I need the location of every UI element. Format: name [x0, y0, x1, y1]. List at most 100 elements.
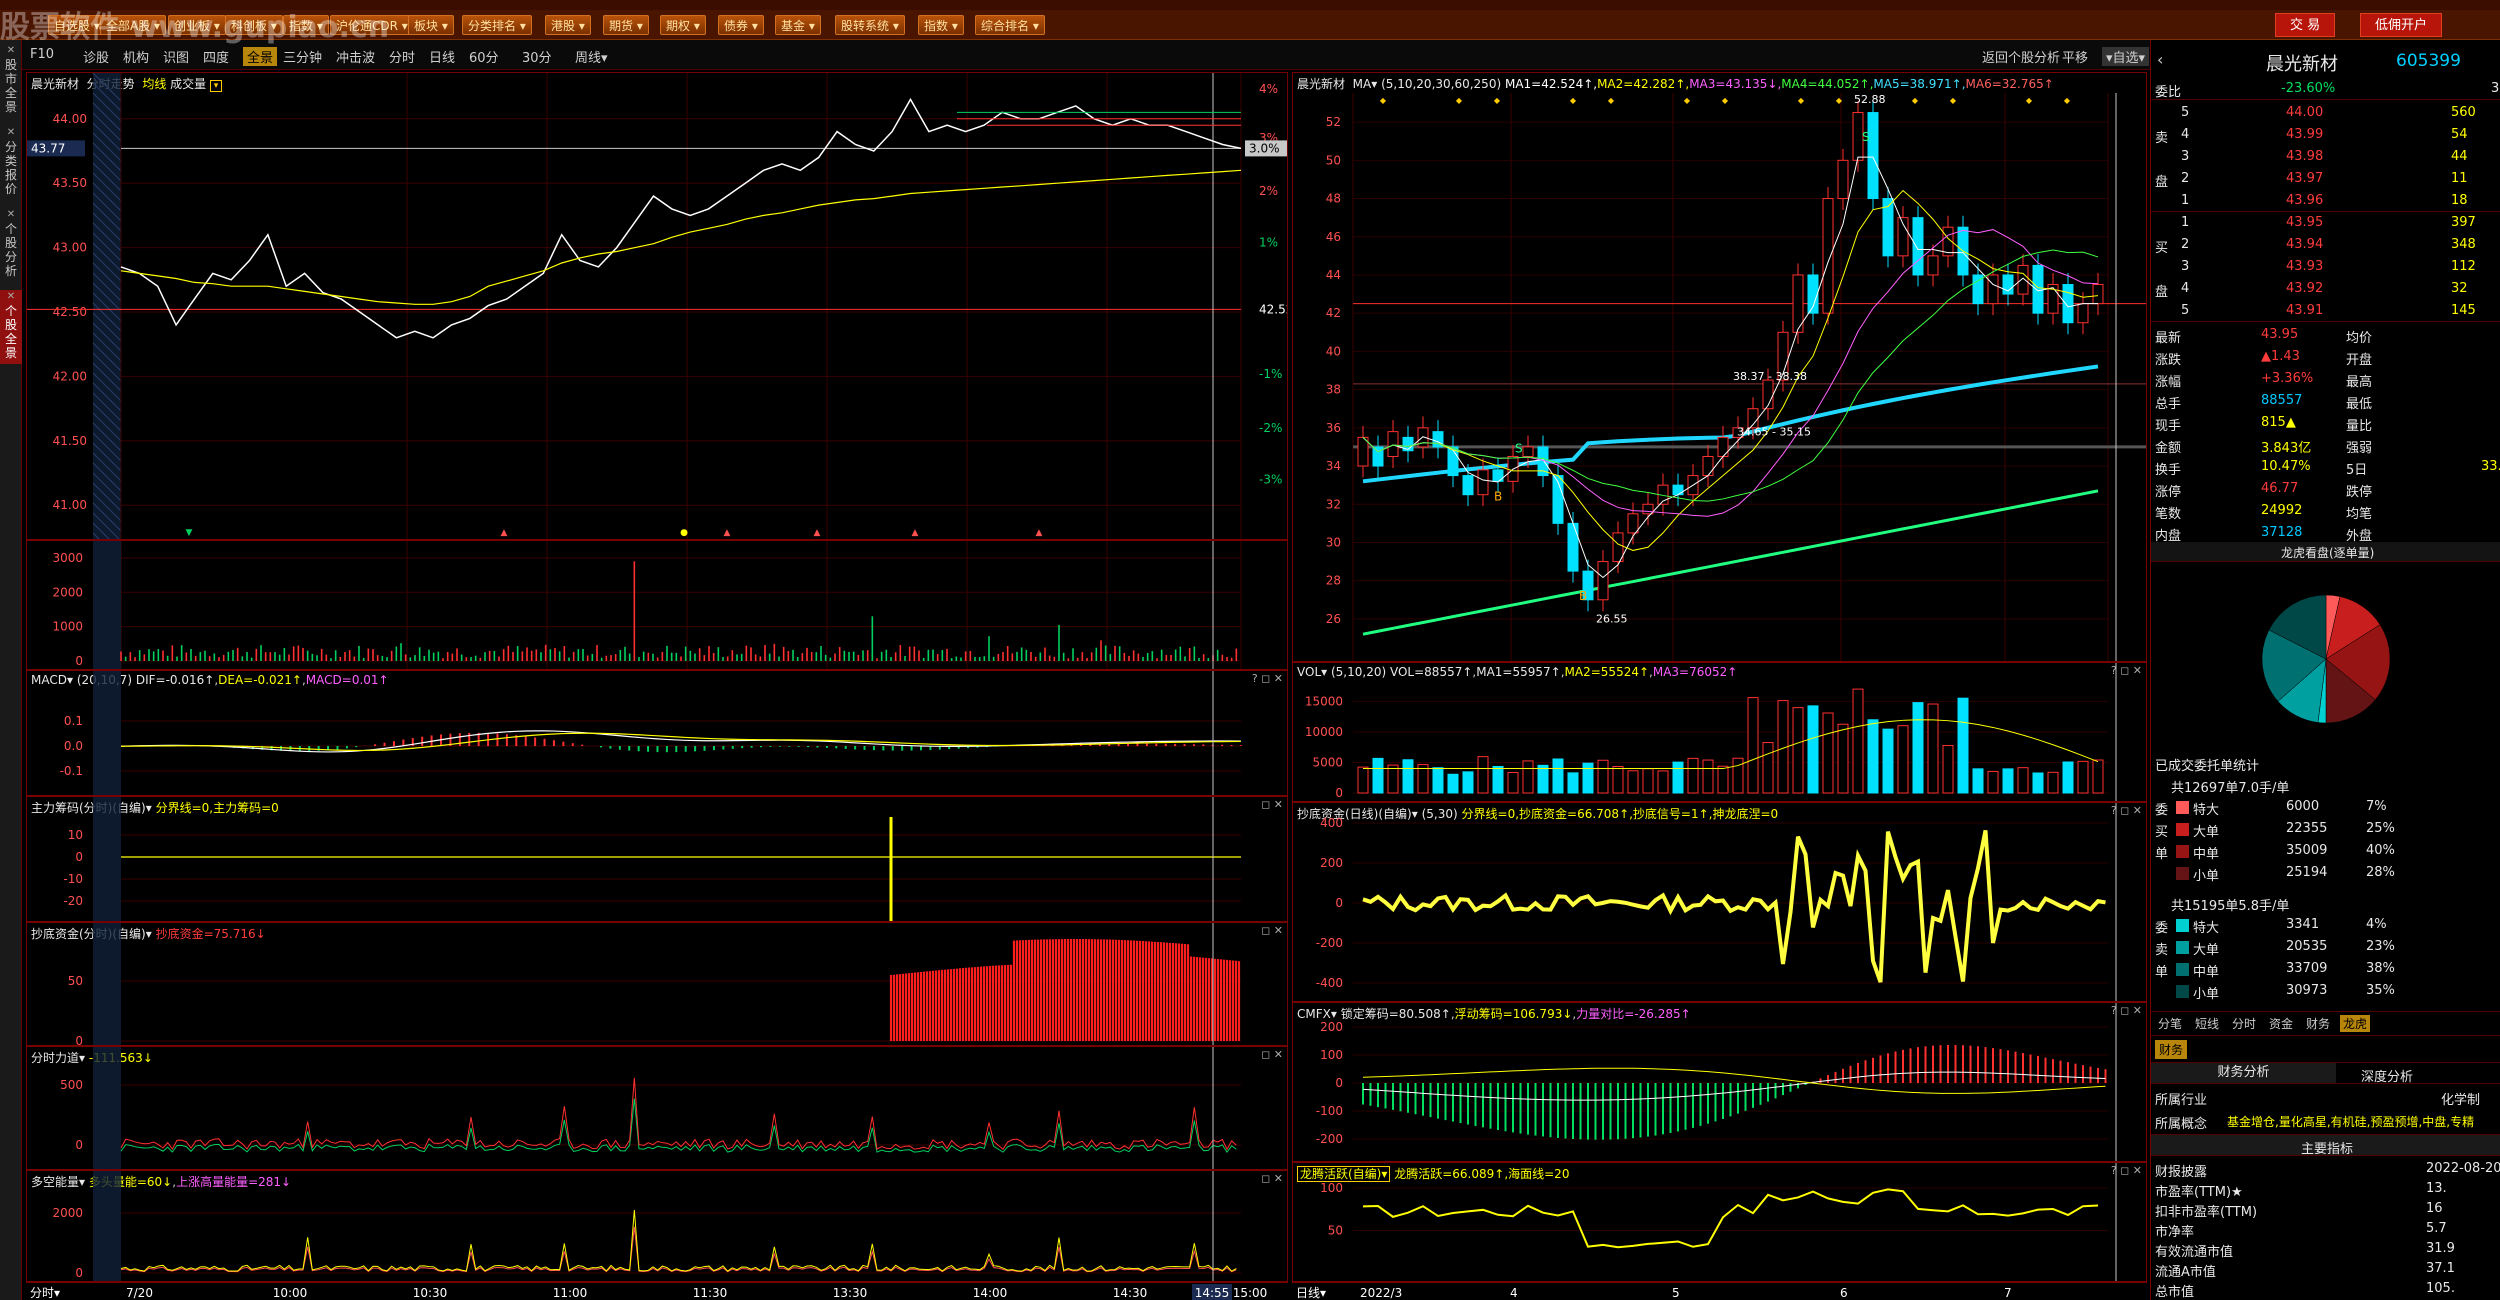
- quote-row: 内盘 37128 外盘: [2151, 522, 2500, 544]
- toolbar-item-9[interactable]: 日线: [429, 47, 455, 66]
- daily-volume-bar: [1522, 760, 1534, 794]
- menu-button-13[interactable]: 股转系统 ▾: [835, 15, 905, 35]
- stock-name: 晨光新材: [2266, 54, 2338, 75]
- quote-tab-1[interactable]: 短线: [2192, 1015, 2222, 1032]
- toolbar-item-3[interactable]: 识图: [163, 47, 189, 66]
- toolbar-item-7[interactable]: 冲击波: [336, 47, 375, 66]
- left-tab-0[interactable]: ✕ 股市全景: [0, 44, 22, 118]
- quote-value: ▲1.43: [2261, 349, 2300, 364]
- daily-volume-bar: [1387, 764, 1399, 794]
- color-swatch: [2176, 963, 2189, 976]
- time-label: 11:00: [553, 1286, 588, 1300]
- concept-row: 所属概念 基金增仓,量化高星,有机硅,预盈预增,中盘,专精: [2151, 1110, 2500, 1132]
- menu-button-7[interactable]: 分类排名 ▾: [462, 15, 532, 35]
- ask-price: 43.98: [2286, 149, 2324, 164]
- industry-value: 化学制: [2441, 1093, 2481, 1108]
- quote-label: 强弱: [2346, 441, 2373, 456]
- open-account-button[interactable]: 低佣开户: [2360, 13, 2443, 37]
- order-pct: 7%: [2366, 799, 2387, 814]
- daily-volume-bar: [2002, 768, 2014, 794]
- toolbar-item-11[interactable]: 30分: [522, 47, 552, 66]
- toolbar-right-0[interactable]: 返回个股分析: [1982, 47, 2060, 66]
- toolbar-item-10[interactable]: 60分: [469, 47, 499, 66]
- quote-label: 金额: [2155, 441, 2182, 456]
- fin-row: 财报披露 2022-08-20: [2151, 1158, 2500, 1180]
- menu-button-14[interactable]: 指数 ▾: [918, 15, 964, 35]
- toolbar-item-8[interactable]: 分时: [389, 47, 415, 66]
- order-volume: 6000: [2286, 799, 2320, 814]
- toolbar-item-5[interactable]: 全景: [243, 47, 278, 66]
- menu-button-6[interactable]: 板块 ▾: [408, 15, 454, 35]
- toolbar-item-1[interactable]: 诊股: [83, 47, 109, 66]
- left-tab-2[interactable]: ✕ 个股分析: [0, 208, 22, 282]
- cmfx-tick: -100: [1316, 1104, 1343, 1118]
- close-icon[interactable]: ✕: [0, 44, 22, 58]
- toolbar-right-2[interactable]: ▾自选▾: [2102, 47, 2150, 66]
- left-tab-char: 景: [4, 100, 17, 114]
- menu-button-10[interactable]: 期权 ▾: [660, 15, 706, 35]
- color-swatch: [2176, 941, 2189, 954]
- menu-button-12[interactable]: 基金 ▾: [775, 15, 821, 35]
- menu-button-11[interactable]: 债券 ▾: [718, 15, 764, 35]
- date-label: 6: [1840, 1286, 1848, 1300]
- trade-button[interactable]: 交 易: [2275, 13, 2336, 37]
- left-tab-char: 报: [4, 168, 17, 182]
- quote-tabs: 分笔 短线 分时 资金 财务 龙虎: [2151, 1012, 2500, 1036]
- webi-label: 委比: [2155, 85, 2182, 100]
- menu-button-8[interactable]: 港股 ▾: [545, 15, 591, 35]
- fsld-tick: 500: [60, 1078, 83, 1092]
- candle-body: [2017, 264, 2029, 295]
- quote-stats: 最新 43.95 均价 涨跌 ▲1.43 开盘 涨幅 +3.36% 最高 总手 88557 最低 现手 8…: [2151, 324, 2500, 544]
- fin-row: 有效流通市值 31.9: [2151, 1238, 2500, 1260]
- color-swatch: [2176, 801, 2189, 814]
- toolbar-item-4[interactable]: 四度: [203, 47, 229, 66]
- quote-tab-2[interactable]: 分时: [2229, 1015, 2259, 1032]
- fin-analysis-tab[interactable]: 财务分析: [2151, 1063, 2336, 1083]
- toolbar-right-1[interactable]: 平移: [2062, 47, 2088, 66]
- quote-label: 开盘: [2346, 353, 2373, 368]
- quote-tab-0[interactable]: 分笔: [2155, 1015, 2185, 1032]
- quote-tab-4[interactable]: 财务: [2303, 1015, 2333, 1032]
- time-label: 14:30: [1113, 1286, 1148, 1300]
- sell-order-stats: 共15195单5.8手/单委 特大 3341 4% 卖 大单 20535 23% 单 中单 3370…: [2151, 892, 2500, 1012]
- price-tick: 41.00: [53, 498, 87, 512]
- quote-tab-5[interactable]: 龙虎: [2340, 1015, 2371, 1032]
- toolbar-item-6[interactable]: 三分钟: [283, 47, 322, 66]
- key-metrics-label: 主要指标: [2301, 1142, 2354, 1157]
- side-label: 盘: [2155, 285, 2169, 300]
- dragon-title: 龙虎看盘(逐单量): [2281, 546, 2375, 560]
- close-icon[interactable]: ✕: [0, 208, 22, 222]
- ma-short-line: [1362, 229, 2099, 517]
- cdzj-daily-chart: 400 200 0 -200 -400: [1316, 803, 2117, 1001]
- menu-button-15[interactable]: 综合排名 ▾: [975, 15, 1045, 35]
- back-icon[interactable]: ‹: [2157, 50, 2163, 69]
- toolbar-item-2[interactable]: 机构: [123, 47, 149, 66]
- dea-line: [120, 732, 1242, 752]
- toolbar-item-0[interactable]: F10: [30, 47, 54, 62]
- daily-volume-bar: [1477, 756, 1489, 794]
- ask-row: 1 43.96 18: [2151, 190, 2500, 212]
- ask-price: 43.96: [2286, 193, 2324, 208]
- deep-analysis-tab[interactable]: 深度分析: [2361, 1066, 2413, 1085]
- close-icon[interactable]: ✕: [0, 290, 22, 304]
- zlcm-tick: -20: [63, 894, 83, 908]
- daily-volume-bar: [2092, 759, 2104, 794]
- daily-volume-bar: [1597, 759, 1609, 794]
- order-size-label: 中单: [2193, 847, 2220, 862]
- close-icon[interactable]: ✕: [0, 126, 22, 140]
- prev-close-label: 42.52: [1259, 302, 1288, 316]
- macd-left-chart: 0.1 0.0 -0.1: [60, 671, 1242, 795]
- level-label: 3: [2181, 149, 2190, 164]
- toolbar-item-12[interactable]: 周线▾: [575, 47, 608, 66]
- candle-body: [1672, 484, 1684, 496]
- daily-volume-bar: [1687, 757, 1699, 794]
- fin-tab[interactable]: 财务: [2155, 1040, 2188, 1059]
- quote-tab-3[interactable]: 资金: [2266, 1015, 2296, 1032]
- left-tab-1[interactable]: ✕ 分类报价: [0, 126, 22, 200]
- left-tab-char: 全: [4, 86, 17, 100]
- vol-tick: 0: [75, 654, 83, 668]
- vol-tick: 3000: [52, 551, 83, 565]
- menu-button-9[interactable]: 期货 ▾: [603, 15, 649, 35]
- daily-kline-panel: 晨光新材 MA▾ (5,10,20,30,60,250) MA1=42.524↑…: [1292, 72, 2147, 662]
- left-tab-3[interactable]: ✕ 个股全景: [0, 290, 22, 364]
